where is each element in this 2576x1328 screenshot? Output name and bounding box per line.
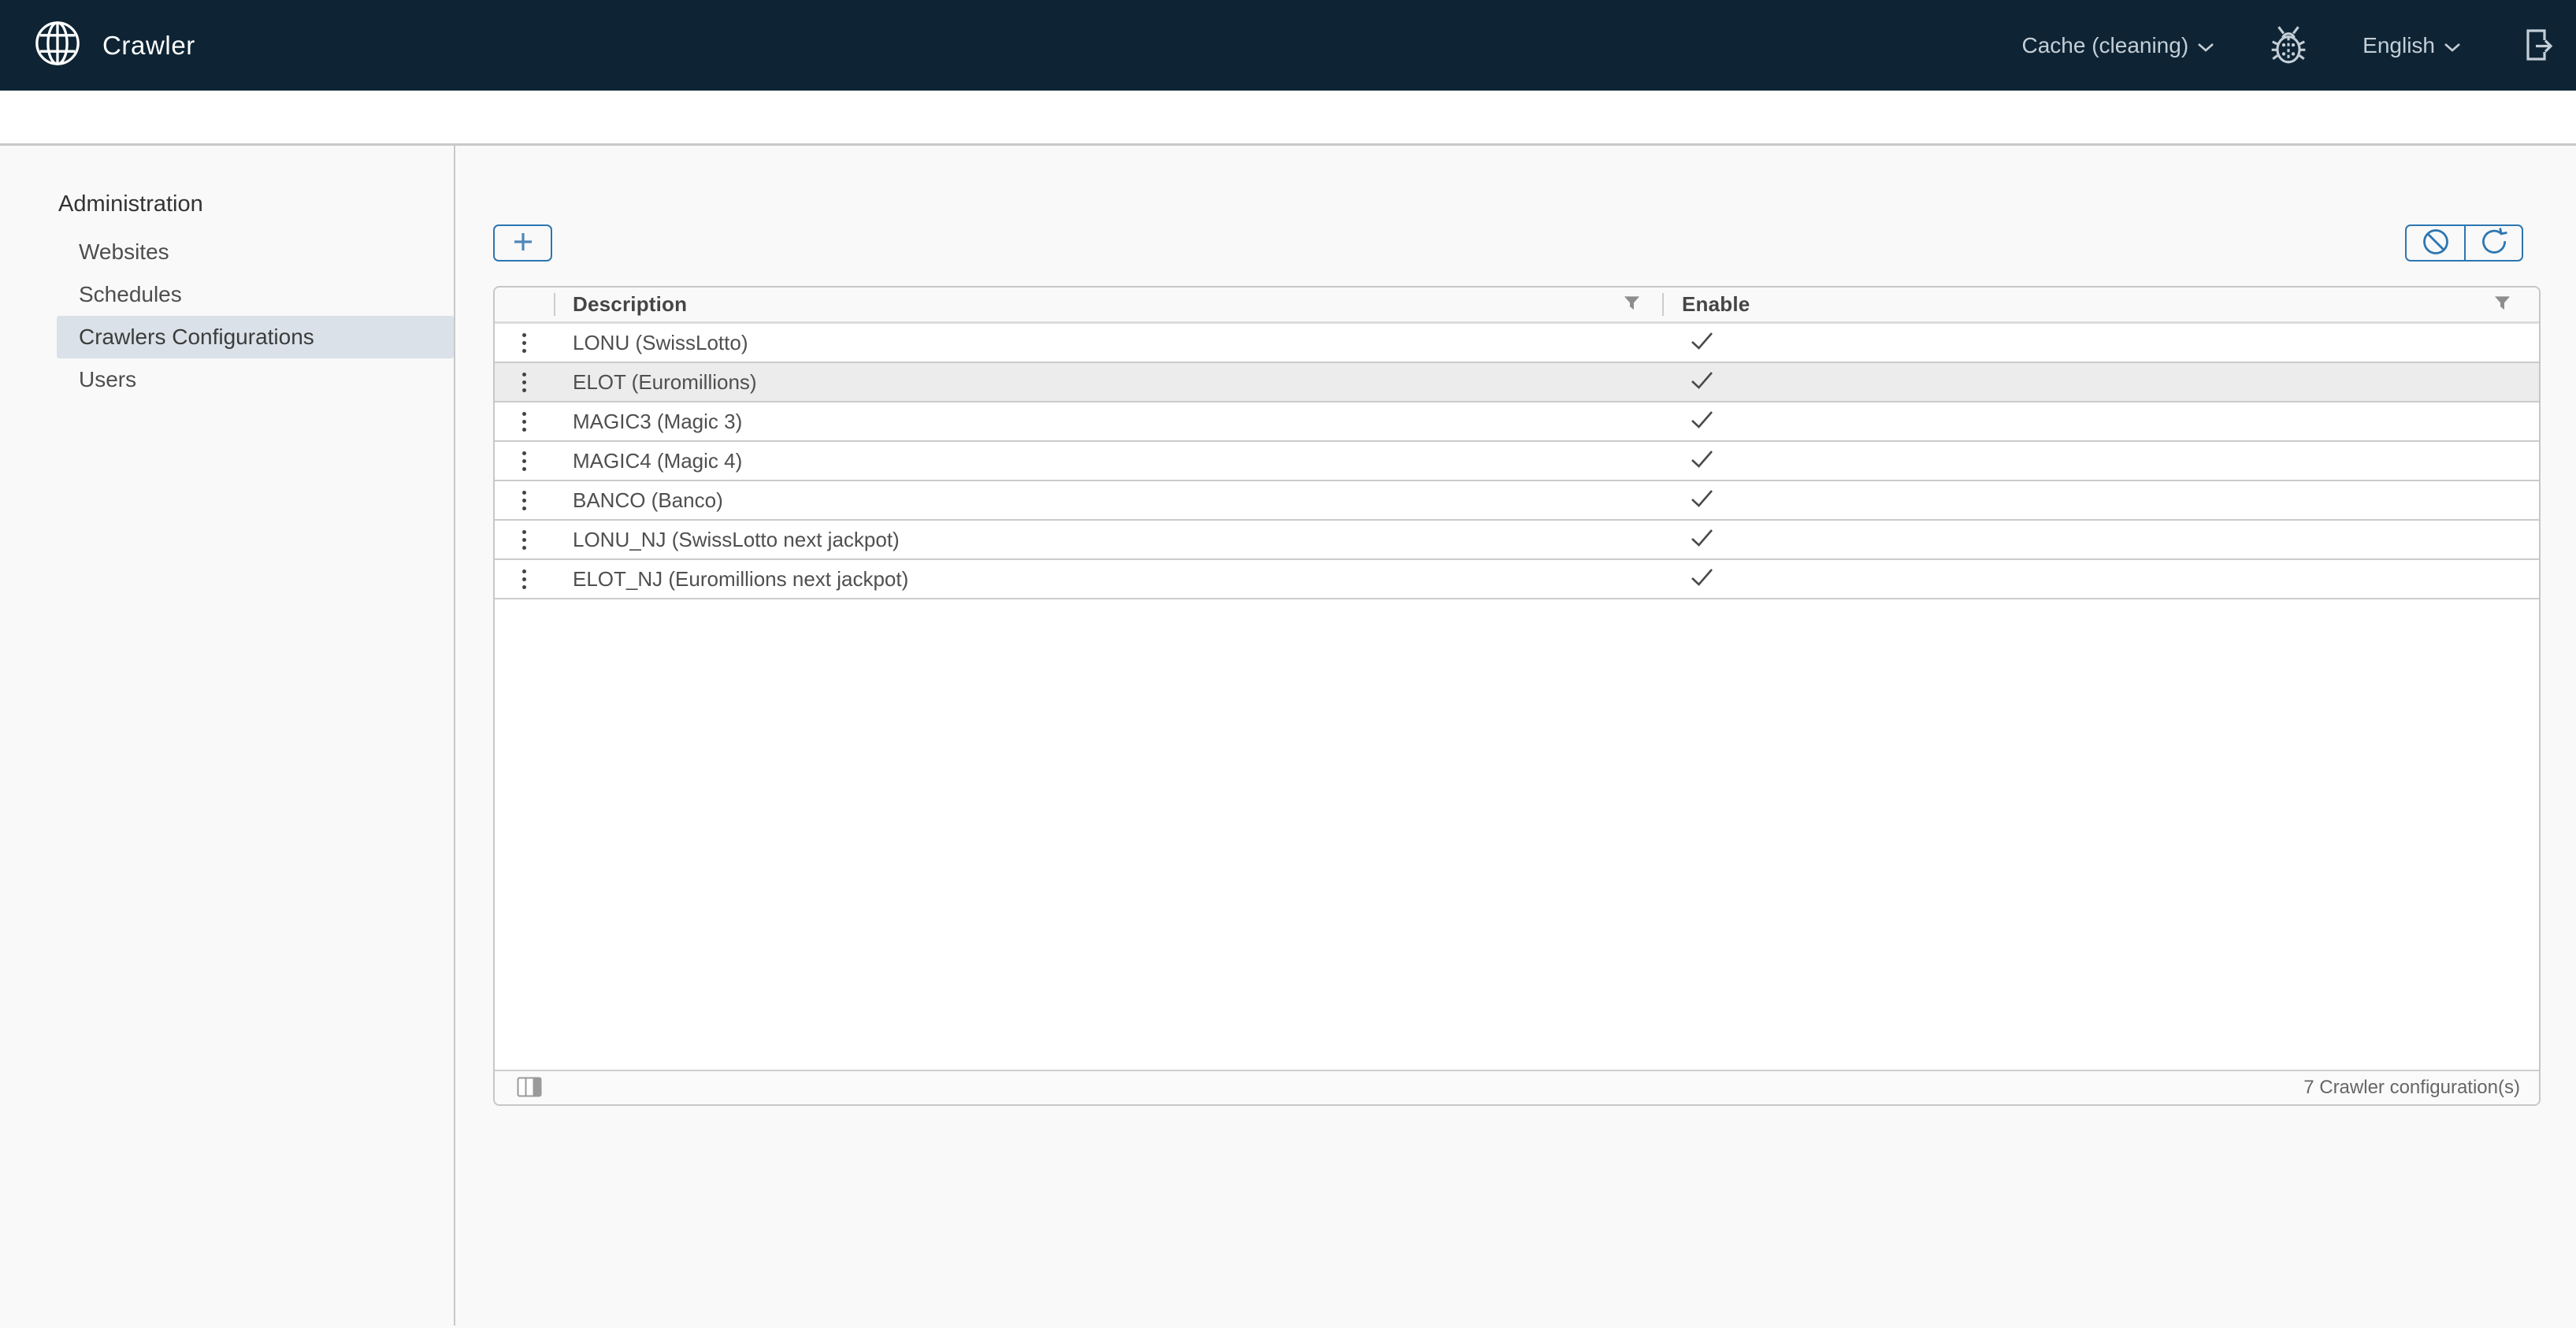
- row-actions-kebab-button[interactable]: [513, 525, 536, 555]
- filter-funnel-icon: [1624, 295, 1640, 313]
- grid-action-button-group: [2405, 224, 2523, 262]
- sidebar-nav: WebsitesSchedulesCrawlers Configurations…: [0, 231, 454, 401]
- row-actions-kebab-button[interactable]: [513, 447, 536, 476]
- datagrid-rows: LONU (SwissLotto) ELOT (Euromillions) MA…: [495, 324, 2539, 599]
- table-row[interactable]: MAGIC4 (Magic 4): [495, 442, 2539, 481]
- bug-icon: [2270, 24, 2307, 67]
- row-actions-kebab-button[interactable]: [513, 328, 536, 358]
- enable-filter-button[interactable]: [2494, 295, 2511, 313]
- table-row[interactable]: MAGIC3 (Magic 3): [495, 402, 2539, 442]
- logout-button[interactable]: [2516, 24, 2556, 67]
- header-description-column: Description: [554, 287, 1662, 321]
- app-title: Crawler: [102, 31, 195, 61]
- subheader-strip: [0, 91, 2576, 146]
- check-icon: [1690, 567, 1714, 591]
- enable-column-label: Enable: [1682, 292, 1750, 317]
- table-row[interactable]: ELOT (Euromillions): [495, 363, 2539, 402]
- sidebar-item-crawlers-configurations[interactable]: Crawlers Configurations: [57, 316, 454, 358]
- description-filter-button[interactable]: [1624, 295, 1640, 313]
- table-row[interactable]: BANCO (Banco): [495, 481, 2539, 521]
- check-icon: [1690, 528, 1714, 551]
- disable-button[interactable]: [2407, 226, 2464, 260]
- row-actions-kebab-button[interactable]: [513, 486, 536, 515]
- sidebar-section-title: Administration: [0, 184, 454, 224]
- cache-dropdown[interactable]: Cache (cleaning): [2021, 33, 2214, 58]
- refresh-icon: [2478, 225, 2511, 261]
- view-columns-icon: [517, 1077, 542, 1100]
- table-row[interactable]: LONU_NJ (SwissLotto next jackpot): [495, 521, 2539, 560]
- row-description: LONU_NJ (SwissLotto next jackpot): [554, 528, 1662, 552]
- header-enable-column: Enable: [1662, 287, 2539, 321]
- table-row[interactable]: LONU (SwissLotto): [495, 324, 2539, 363]
- add-crawler-button[interactable]: [493, 224, 552, 262]
- check-icon: [1690, 370, 1714, 394]
- row-description: ELOT (Euromillions): [554, 370, 1662, 395]
- description-column-label: Description: [573, 292, 687, 317]
- top-navbar: Crawler Cache (cleaning): [0, 0, 2576, 91]
- datagrid-toolbar: [493, 224, 2541, 262]
- row-actions-kebab-button[interactable]: [513, 368, 536, 397]
- sidebar-item-users[interactable]: Users: [57, 358, 454, 401]
- header-actions-column: [495, 287, 554, 321]
- check-icon: [1690, 488, 1714, 512]
- row-actions-kebab-button[interactable]: [513, 565, 536, 594]
- table-row[interactable]: ELOT_NJ (Euromillions next jackpot): [495, 560, 2539, 599]
- main-content: Description Enable: [455, 146, 2576, 1326]
- ban-icon: [2420, 226, 2452, 260]
- row-description: MAGIC4 (Magic 4): [554, 449, 1662, 473]
- row-description: MAGIC3 (Magic 3): [554, 410, 1662, 434]
- language-dropdown[interactable]: English: [2363, 33, 2461, 58]
- check-icon: [1690, 410, 1714, 433]
- language-dropdown-label: English: [2363, 33, 2435, 58]
- cache-dropdown-label: Cache (cleaning): [2021, 33, 2188, 58]
- refresh-button[interactable]: [2464, 226, 2522, 260]
- row-description: LONU (SwissLotto): [554, 331, 1662, 355]
- chevron-down-icon: [2197, 33, 2214, 58]
- datagrid-header: Description Enable: [495, 287, 2539, 324]
- datagrid-footer: 7 Crawler configuration(s): [495, 1070, 2539, 1104]
- chevron-down-icon: [2444, 33, 2461, 58]
- sidebar-item-websites[interactable]: Websites: [57, 231, 454, 273]
- logout-icon: [2516, 24, 2556, 67]
- sidebar-item-schedules[interactable]: Schedules: [57, 273, 454, 316]
- debug-button[interactable]: [2270, 24, 2307, 67]
- check-icon: [1690, 449, 1714, 473]
- crawlers-datagrid: Description Enable: [493, 286, 2541, 1106]
- sidebar: Administration WebsitesSchedulesCrawlers…: [0, 146, 455, 1326]
- column-toggle-button[interactable]: [517, 1077, 542, 1100]
- globe-icon: [33, 19, 82, 72]
- row-count-summary: 7 Crawler configuration(s): [2303, 1077, 2520, 1099]
- plus-icon: [510, 229, 536, 257]
- brand: Crawler: [33, 19, 195, 72]
- row-actions-kebab-button[interactable]: [513, 407, 536, 436]
- check-icon: [1690, 331, 1714, 354]
- row-description: ELOT_NJ (Euromillions next jackpot): [554, 567, 1662, 592]
- row-description: BANCO (Banco): [554, 488, 1662, 513]
- filter-funnel-icon: [2494, 295, 2511, 313]
- datagrid-empty-area: [495, 599, 2539, 1070]
